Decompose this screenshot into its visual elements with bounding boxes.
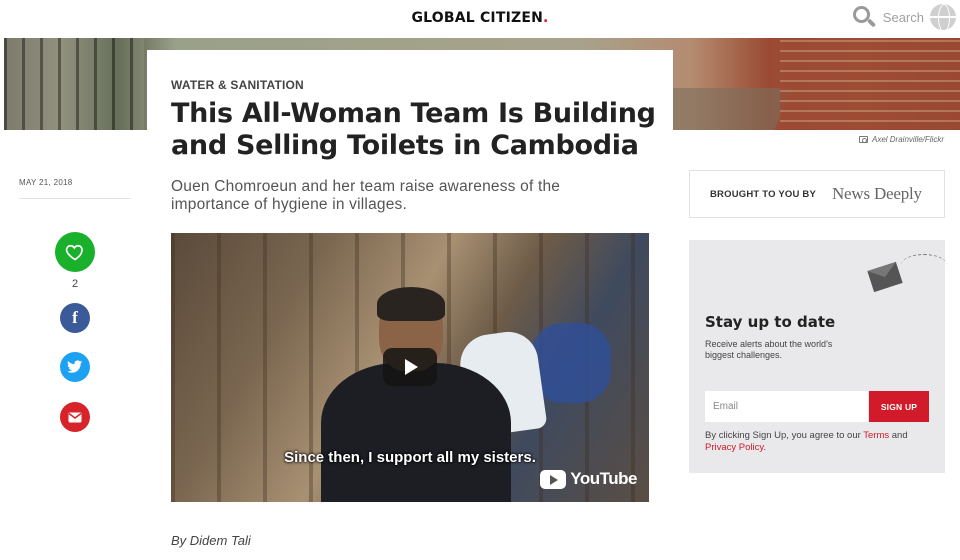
email-icon — [68, 412, 82, 422]
byline: By Didem Tali — [171, 533, 251, 548]
sponsor-box: BROUGHT TO YOU BY News Deeply — [689, 170, 945, 218]
legal-and: and — [889, 430, 908, 441]
like-count: 2 — [71, 278, 79, 290]
video-player[interactable]: Since then, I support all my sisters. Yo… — [171, 233, 649, 502]
facebook-icon: f — [72, 308, 78, 327]
legal-prefix: By clicking Sign Up, you agree to our — [705, 430, 864, 441]
privacy-policy-link[interactable]: Privacy Policy — [705, 442, 763, 453]
mail-icon — [867, 261, 903, 293]
top-header: GLOBAL CITIZEN. Search — [0, 0, 960, 38]
mail-trail — [901, 254, 947, 276]
legal-suffix: . — [763, 442, 767, 453]
sponsor-label: BROUGHT TO YOU BY — [710, 188, 816, 200]
newsletter-title: Stay up to date — [705, 313, 836, 331]
article-headline: This All-Woman Team Is Building and Sell… — [171, 98, 656, 161]
title-card: WATER & SANITATION This All-Woman Team I… — [147, 50, 673, 162]
publish-date: MAY 21, 2018 — [19, 178, 73, 187]
search-label[interactable]: Search — [883, 10, 924, 25]
newsletter-signup: Stay up to date Receive alerts about the… — [689, 240, 947, 473]
photo-credit-text: Axel Drainville/Flickr — [871, 135, 944, 144]
camera-icon — [858, 136, 868, 143]
like-button[interactable] — [55, 232, 95, 272]
email-share-button[interactable] — [60, 402, 90, 432]
search-icon[interactable] — [851, 4, 877, 30]
article-dek: Ouen Chomroeun and her team raise awaren… — [171, 178, 561, 213]
divider — [19, 198, 131, 199]
video-caption: Since then, I support all my sisters. — [284, 449, 536, 466]
newsletter-description: Receive alerts about the world's biggest… — [705, 339, 833, 360]
play-icon[interactable] — [383, 348, 437, 386]
legal-notice: By clicking Sign Up, you agree to our Te… — [705, 430, 933, 454]
twitter-share-button[interactable] — [60, 352, 90, 382]
terms-link[interactable]: Terms — [863, 430, 889, 441]
youtube-icon — [540, 469, 567, 489]
site-logo[interactable]: GLOBAL CITIZEN. — [0, 10, 960, 26]
article-category[interactable]: WATER & SANITATION — [171, 78, 673, 92]
youtube-logo[interactable]: YouTube — [540, 469, 637, 489]
email-field[interactable] — [705, 391, 868, 422]
twitter-icon — [67, 360, 83, 373]
sponsor-logo[interactable]: News Deeply — [832, 184, 922, 204]
heart-icon — [65, 244, 83, 261]
logo-text: GLOBAL CITIZEN — [411, 10, 544, 26]
youtube-label: YouTube — [570, 469, 637, 488]
photo-credit: Axel Drainville/Flickr — [858, 135, 944, 144]
facebook-share-button[interactable]: f — [60, 303, 90, 333]
globe-icon[interactable] — [930, 4, 956, 30]
logo-dot: . — [543, 10, 549, 26]
signup-button[interactable]: SIGN UP — [869, 391, 929, 422]
header-tools: Search — [851, 4, 956, 30]
